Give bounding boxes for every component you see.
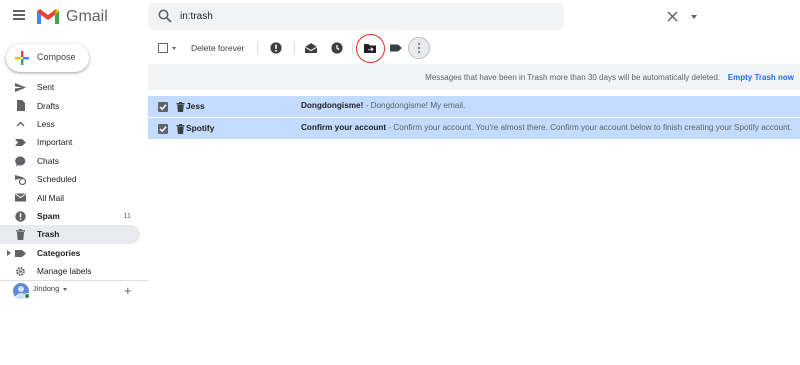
sidebar-item-label: Trash — [37, 229, 60, 240]
label-icon[interactable] — [389, 41, 403, 55]
scheduled-icon — [15, 174, 26, 185]
chevron-up-icon — [16, 121, 25, 127]
sidebar-item-label: Chats — [37, 155, 59, 166]
more-vertical-icon — [418, 43, 420, 53]
new-chat-plus-icon[interactable]: + — [124, 284, 132, 297]
checkmark-icon — [159, 126, 167, 133]
search-options-caret-icon[interactable] — [691, 15, 697, 19]
label-icon — [15, 249, 26, 257]
message-preview: Dongdongisme! - Dongdongisme! My email. — [301, 101, 465, 110]
top-bar: Gmail — [0, 0, 800, 34]
search-icon[interactable] — [158, 9, 172, 23]
chat-icon — [15, 156, 26, 167]
sidebar-item-label: Spam — [37, 210, 60, 221]
trash-icon — [176, 102, 185, 112]
message-subject: Dongdongisme! — [301, 101, 364, 110]
sidebar-nav: Sent Drafts Less Important Chats Schedul… — [0, 78, 140, 280]
checkmark-icon — [159, 104, 167, 111]
user-name: Jindong — [33, 284, 60, 293]
spam-icon — [15, 211, 26, 222]
gmail-logo-icon — [37, 9, 59, 24]
sidebar-item-important[interactable]: Important — [0, 133, 140, 151]
toolbar-divider — [294, 42, 295, 54]
message-subject: Confirm your account — [301, 123, 387, 132]
toolbar-divider — [257, 42, 258, 54]
user-menu-caret-icon[interactable] — [63, 288, 67, 291]
message-list: Jess Dongdongisme! - Dongdongisme! My em… — [148, 96, 800, 140]
mark-as-read-icon[interactable] — [304, 41, 318, 55]
compose-label: Compose — [37, 52, 76, 62]
spam-count: 11 — [123, 211, 131, 221]
sidebar-item-drafts[interactable]: Drafts — [0, 96, 140, 114]
sidebar-item-manage-labels[interactable]: Manage labels — [0, 262, 140, 280]
expand-caret-icon[interactable] — [7, 249, 11, 256]
message-sender: Spotify — [186, 123, 215, 133]
table-row[interactable]: Jess Dongdongisme! - Dongdongisme! My em… — [148, 96, 800, 118]
trash-icon — [176, 124, 185, 134]
sidebar-divider — [0, 280, 148, 281]
gear-icon — [16, 267, 25, 276]
sidebar-item-sent[interactable]: Sent — [0, 78, 140, 96]
gmail-logo[interactable]: Gmail — [36, 6, 108, 28]
sidebar-item-less[interactable]: Less — [0, 115, 140, 133]
sidebar-item-label: Drafts — [37, 100, 60, 111]
search-input[interactable] — [180, 7, 500, 26]
trash-icon — [16, 229, 25, 241]
message-preview: Confirm your account - Confirm your acco… — [301, 123, 792, 132]
move-to-icon[interactable] — [363, 41, 377, 55]
table-row[interactable]: Spotify Confirm your account - Confirm y… — [148, 118, 800, 140]
sidebar-item-trash[interactable]: Trash — [0, 225, 140, 244]
sidebar-item-scheduled[interactable]: Scheduled — [0, 170, 140, 188]
select-all-checkbox[interactable] — [158, 43, 168, 53]
sidebar-item-label: All Mail — [37, 192, 64, 203]
trash-info-message: Messages that have been in Trash more th… — [425, 73, 720, 82]
row-checkbox[interactable] — [158, 102, 168, 112]
more-options-button[interactable] — [408, 37, 430, 59]
message-snippet: - Dongdongisme! My email. — [363, 101, 466, 110]
row-checkbox[interactable] — [158, 124, 168, 134]
sidebar-item-categories[interactable]: Categories — [0, 244, 140, 262]
hangouts-user[interactable]: Jindong + — [12, 283, 142, 301]
report-spam-icon[interactable] — [269, 41, 283, 55]
delete-forever-button[interactable]: Delete forever — [183, 40, 252, 56]
draft-icon — [17, 100, 25, 112]
sidebar-item-label: Important — [37, 137, 73, 148]
message-toolbar: Delete forever — [148, 34, 800, 63]
sidebar-item-label: Sent — [37, 82, 55, 93]
sidebar-item-chats[interactable]: Chats — [0, 152, 140, 170]
online-status-icon — [24, 293, 30, 299]
compose-plus-icon — [15, 51, 29, 65]
sidebar-item-label: Categories — [37, 247, 81, 258]
app-name: Gmail — [66, 8, 108, 25]
clear-search-icon[interactable] — [667, 11, 678, 22]
message-snippet: - Confirm your account. You're almost th… — [386, 123, 793, 132]
empty-trash-link[interactable]: Empty Trash now — [728, 73, 794, 82]
send-icon — [15, 83, 26, 92]
trash-info-bar: Messages that have been in Trash more th… — [148, 64, 800, 90]
important-icon — [15, 139, 26, 147]
sidebar-item-spam[interactable]: Spam 11 — [0, 207, 140, 225]
main-menu-button[interactable] — [11, 8, 27, 24]
sidebar-item-label: Scheduled — [37, 174, 77, 185]
sidebar-item-label: Manage labels — [37, 266, 92, 277]
toolbar-divider — [352, 42, 353, 54]
snooze-clock-icon[interactable] — [330, 41, 344, 55]
sidebar-item-all-mail[interactable]: All Mail — [0, 188, 140, 206]
sidebar-item-label: Less — [37, 118, 55, 129]
search-bar — [148, 3, 697, 30]
compose-button[interactable]: Compose — [6, 44, 89, 72]
all-mail-icon — [15, 193, 26, 202]
message-sender: Jess — [186, 101, 205, 111]
select-options-caret-icon[interactable] — [172, 47, 176, 50]
